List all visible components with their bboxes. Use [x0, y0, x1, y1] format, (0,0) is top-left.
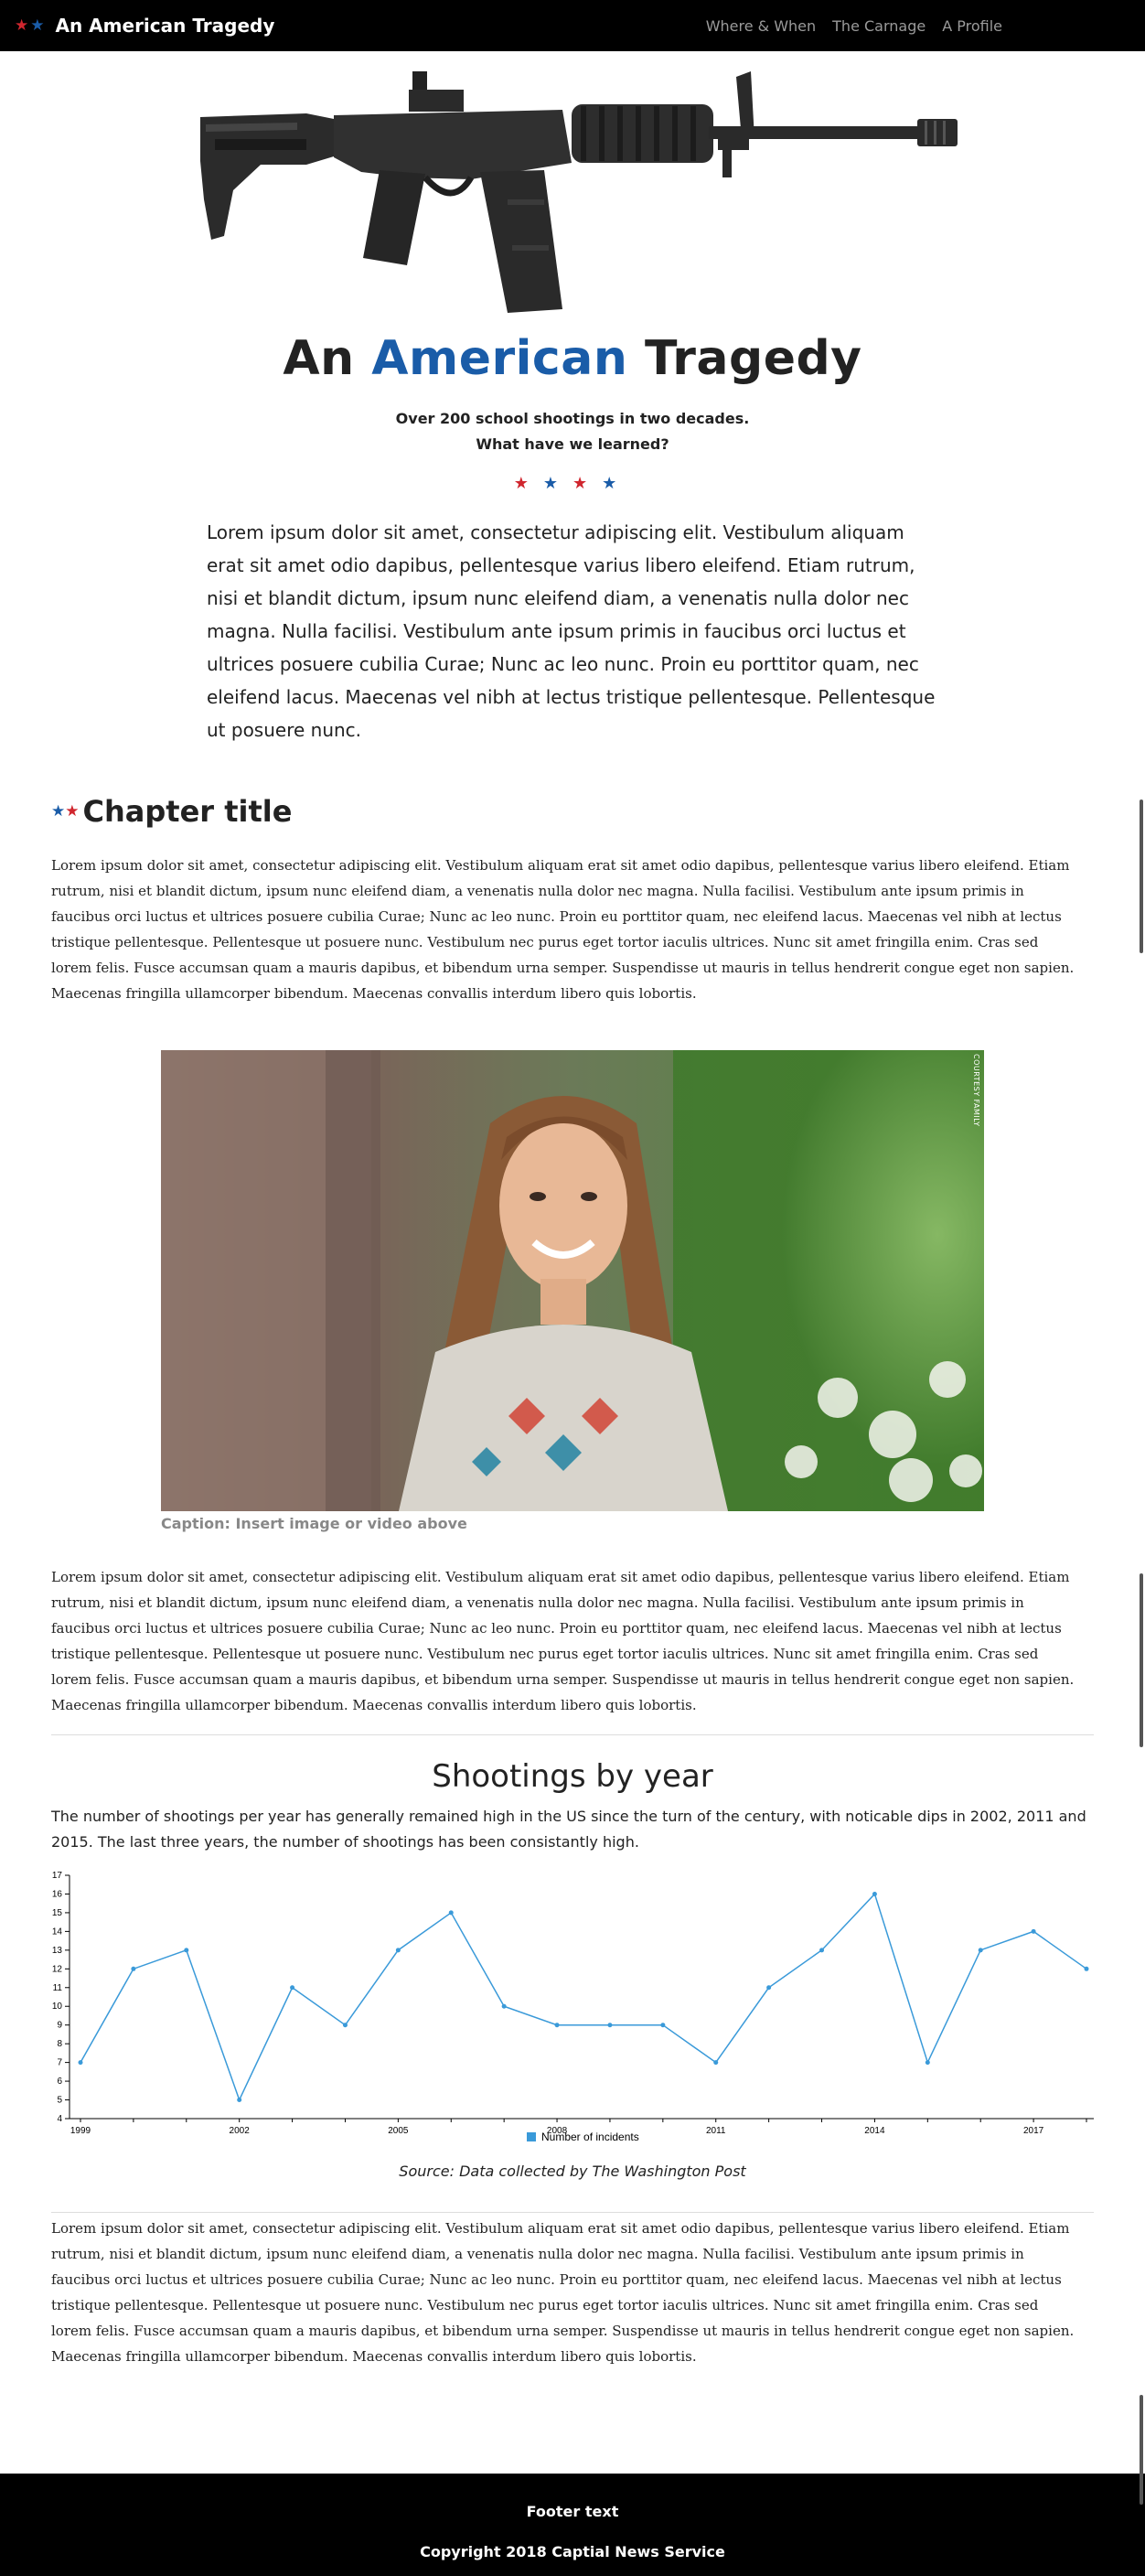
data-point [1084, 1966, 1089, 1971]
x-tick-label: 2002 [230, 2126, 251, 2136]
footer-text: Footer text [526, 2503, 619, 2520]
data-point [766, 1985, 772, 1991]
star-icon: ★ [65, 802, 80, 821]
data-point [660, 2023, 666, 2028]
star-icon: ★ [602, 474, 632, 493]
star-icon: ★ [513, 474, 543, 493]
data-point [925, 2060, 930, 2066]
legend-label: Number of incidents [541, 2131, 639, 2143]
x-tick-label: 2005 [388, 2126, 409, 2136]
y-tick-label: 4 [57, 2114, 62, 2124]
data-point [713, 2060, 719, 2066]
series-line [80, 1893, 1087, 2102]
star-icon: ★ [542, 474, 572, 493]
y-tick-label: 17 [52, 1871, 63, 1881]
data-point [131, 1966, 136, 1971]
data-point [184, 1948, 189, 1953]
x-tick-label: 1999 [70, 2126, 91, 2136]
top-navbar: ★ ★ An American Tragedy Where & When The… [0, 0, 1145, 51]
y-tick-label: 11 [53, 1983, 63, 1993]
shootings-line-chart: 45678910111213141516171999 2002 2005 2008 20… [52, 1871, 1094, 2143]
data-point [237, 2098, 242, 2103]
red-star-icon: ★ [15, 16, 29, 35]
y-tick-label: 9 [57, 2021, 62, 2031]
scrollbar-thumb[interactable] [1140, 2395, 1143, 2505]
scrollbar-thumb[interactable] [1140, 800, 1143, 953]
nav-link-where-when[interactable]: Where & When [706, 17, 816, 35]
star-divider: ★★★★ [0, 474, 1145, 493]
section-divider [51, 2212, 1094, 2213]
photo-caption: Caption: Insert image or video above [161, 1515, 467, 1532]
star-icon: ★★★★ [514, 474, 632, 493]
data-point [290, 1985, 295, 1991]
chapter-stars-icon: ★★ [51, 802, 80, 821]
y-tick-label: 5 [57, 2096, 62, 2106]
photo-credit: COURTESY FAMILY [972, 1054, 980, 1127]
y-tick-label: 10 [52, 2002, 63, 2012]
footer: Footer text Copyright 2018 Captial News … [0, 2474, 1145, 2576]
chapter-title: Chapter title [82, 794, 293, 829]
footer-copyright: Copyright 2018 Captial News Service [420, 2543, 725, 2560]
brand-title[interactable]: An American Tragedy [56, 15, 275, 37]
y-tick-label: 16 [52, 1889, 63, 1899]
chapter-paragraph-3: Lorem ipsum dolor sit amet, consectetur … [51, 2220, 1075, 2365]
x-tick-label: 2014 [864, 2126, 885, 2136]
chapter-paragraph-2: Lorem ipsum dolor sit amet, consectetur … [51, 1569, 1075, 1713]
chapter-paragraph-1: Lorem ipsum dolor sit amet, consectetur … [51, 857, 1075, 1002]
brand[interactable]: ★ ★ An American Tragedy [15, 15, 274, 37]
chart-title: Shootings by year [432, 1758, 713, 1795]
star-icon: ★ [572, 474, 603, 493]
chart-source: Source: Data collected by The Washington… [399, 2163, 746, 2180]
data-point [78, 2060, 83, 2066]
rifle-image [200, 71, 958, 313]
y-tick-label: 7 [57, 2058, 62, 2068]
portrait-photo: COURTESY FAMILY [161, 1050, 984, 1511]
y-tick-label: 13 [52, 1946, 63, 1956]
page-title: An American Tragedy [0, 331, 1145, 386]
chapter-heading: ★★ Chapter title [51, 794, 292, 829]
chart-description: The number of shootings per year has gen… [51, 1808, 1086, 1851]
data-point [978, 1948, 983, 1953]
y-tick-label: 14 [52, 1927, 63, 1937]
title-part-1: An [283, 331, 372, 386]
title-part-2: Tragedy [627, 331, 862, 386]
x-tick-label: 2011 [706, 2126, 726, 2136]
subtitle-line-2: What have we learned? [476, 435, 669, 453]
intro-paragraph: Lorem ipsum dolor sit amet, consectetur … [207, 521, 936, 741]
nav-link-a-profile[interactable]: A Profile [942, 17, 1002, 35]
legend-swatch [527, 2132, 536, 2141]
data-point [501, 2003, 507, 2009]
nav-links: Where & When The Carnage A Profile [690, 0, 1002, 51]
y-tick-label: 6 [57, 2077, 62, 2087]
data-point [448, 1910, 454, 1916]
y-tick-label: 12 [52, 1964, 63, 1974]
nav-link-the-carnage[interactable]: The Carnage [832, 17, 926, 35]
data-point [607, 2023, 613, 2028]
data-point [819, 1948, 825, 1953]
star-icon: ★ [51, 802, 66, 821]
y-tick-label: 15 [52, 1908, 63, 1918]
y-tick-label: 8 [57, 2039, 62, 2049]
data-point [872, 1891, 877, 1896]
blue-star-icon: ★ [30, 16, 45, 35]
title-accent: American [371, 331, 628, 386]
data-point [1031, 1928, 1036, 1934]
data-point [554, 2023, 560, 2028]
section-divider [51, 1734, 1094, 1735]
page-subtitle: Over 200 school shootings in two decades… [0, 406, 1145, 457]
data-point [342, 2023, 348, 2028]
scrollbar-thumb[interactable] [1140, 1573, 1143, 1747]
subtitle-line-1: Over 200 school shootings in two decades… [395, 410, 750, 427]
x-tick-label: 2017 [1023, 2126, 1044, 2136]
data-point [395, 1948, 401, 1953]
